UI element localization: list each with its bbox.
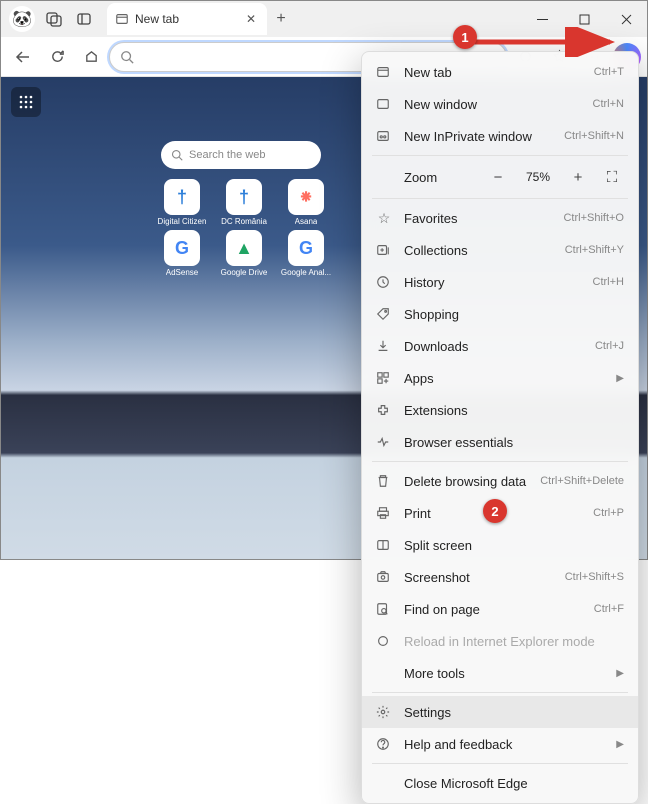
quick-link-tile[interactable]: G Google Anal... [277, 230, 335, 277]
search-icon [120, 50, 134, 64]
download-icon [376, 339, 392, 353]
tile-icon: ⁕ [288, 179, 324, 215]
new-window-icon [376, 97, 392, 111]
inprivate-icon [376, 129, 392, 143]
menu-help[interactable]: Help and feedback ▶ [362, 728, 638, 760]
minimize-button[interactable] [521, 1, 563, 37]
workspaces-icon[interactable] [39, 4, 69, 34]
help-icon [376, 737, 392, 751]
menu-more-tools[interactable]: More tools ▶ [362, 657, 638, 689]
split-icon [376, 538, 392, 552]
tab-favicon [115, 12, 129, 26]
quick-link-tile[interactable]: † Digital Citizen [153, 179, 211, 226]
menu-new-inprivate[interactable]: New InPrivate window Ctrl+Shift+N [362, 120, 638, 152]
home-button[interactable] [75, 41, 107, 73]
tag-icon [376, 307, 392, 321]
menu-new-window[interactable]: New window Ctrl+N [362, 88, 638, 120]
browser-tab[interactable]: New tab ✕ [107, 3, 267, 35]
quick-link-tile[interactable]: ▲ Google Drive [215, 230, 273, 277]
menu-extensions[interactable]: Extensions [362, 394, 638, 426]
menu-ie-mode: Reload in Internet Explorer mode [362, 625, 638, 657]
print-icon [376, 506, 392, 520]
tile-label: AdSense [166, 268, 198, 277]
quick-link-tile[interactable]: ⁕ Asana [277, 179, 335, 226]
tab-close-icon[interactable]: ✕ [243, 11, 259, 27]
menu-new-tab[interactable]: New tab Ctrl+T [362, 56, 638, 88]
tile-label: Google Drive [221, 268, 268, 277]
quick-link-tile[interactable]: † DC România [215, 179, 273, 226]
title-bar: 🐼 New tab ✕ + [1, 1, 647, 37]
star-icon: ☆ [376, 210, 392, 227]
chevron-right-icon: ▶ [616, 739, 624, 750]
menu-favorites[interactable]: ☆ Favorites Ctrl+Shift+O [362, 202, 638, 234]
zoom-out-button[interactable]: − [486, 165, 510, 189]
menu-apps[interactable]: Apps ▶ [362, 362, 638, 394]
tile-label: Google Anal... [281, 268, 331, 277]
history-icon [376, 275, 392, 289]
close-window-button[interactable] [605, 1, 647, 37]
menu-essentials[interactable]: Browser essentials [362, 426, 638, 458]
menu-screenshot[interactable]: Screenshot Ctrl+Shift+S [362, 561, 638, 593]
menu-settings[interactable]: Settings [362, 696, 638, 728]
quick-links-grid: † Digital Citizen † DC România ⁕ Asana G AdSens… [153, 179, 335, 277]
menu-shopping[interactable]: Shopping [362, 298, 638, 330]
camera-icon [376, 570, 392, 584]
apps-icon [376, 371, 392, 385]
puzzle-icon [376, 403, 392, 417]
fullscreen-button[interactable]: ⛶ [600, 165, 624, 189]
tile-icon: G [164, 230, 200, 266]
callout-1: 1 [453, 25, 477, 49]
menu-history[interactable]: History Ctrl+H [362, 266, 638, 298]
menu-split-screen[interactable]: Split screen [362, 529, 638, 561]
app-launcher-button[interactable] [11, 87, 41, 117]
profile-avatar[interactable]: 🐼 [9, 6, 35, 32]
tile-icon: † [226, 179, 262, 215]
ntp-search-box[interactable]: Search the web [161, 141, 321, 169]
menu-find[interactable]: Find on page Ctrl+F [362, 593, 638, 625]
tile-label: DC România [221, 217, 267, 226]
chevron-right-icon: ▶ [616, 373, 624, 384]
menu-downloads[interactable]: Downloads Ctrl+J [362, 330, 638, 362]
menu-close-edge[interactable]: Close Microsoft Edge [362, 767, 638, 799]
pulse-icon [376, 435, 392, 449]
tile-icon: † [164, 179, 200, 215]
trash-icon [376, 474, 392, 488]
refresh-button[interactable] [41, 41, 73, 73]
tab-title: New tab [135, 12, 237, 26]
new-tab-icon [376, 65, 392, 79]
zoom-in-button[interactable]: + [566, 165, 590, 189]
maximize-button[interactable] [563, 1, 605, 37]
menu-zoom-row: Zoom − 75% + ⛶ [362, 159, 638, 195]
tile-label: Digital Citizen [158, 217, 207, 226]
gear-icon [376, 705, 392, 719]
chevron-right-icon: ▶ [616, 668, 624, 679]
quick-link-tile[interactable]: G AdSense [153, 230, 211, 277]
zoom-value: 75% [520, 170, 556, 184]
ie-icon [376, 634, 392, 648]
settings-menu: New tab Ctrl+T New window Ctrl+N New InP… [361, 51, 639, 804]
ntp-search-placeholder: Search the web [189, 149, 265, 161]
collections-icon [376, 243, 392, 257]
new-tab-button[interactable]: + [267, 5, 295, 33]
tab-actions-icon[interactable] [69, 4, 99, 34]
menu-delete-data[interactable]: Delete browsing data Ctrl+Shift+Delete [362, 465, 638, 497]
find-icon [376, 602, 392, 616]
callout-2: 2 [483, 499, 507, 523]
tile-label: Asana [295, 217, 318, 226]
back-button[interactable] [7, 41, 39, 73]
tile-icon: G [288, 230, 324, 266]
menu-collections[interactable]: Collections Ctrl+Shift+Y [362, 234, 638, 266]
tile-icon: ▲ [226, 230, 262, 266]
